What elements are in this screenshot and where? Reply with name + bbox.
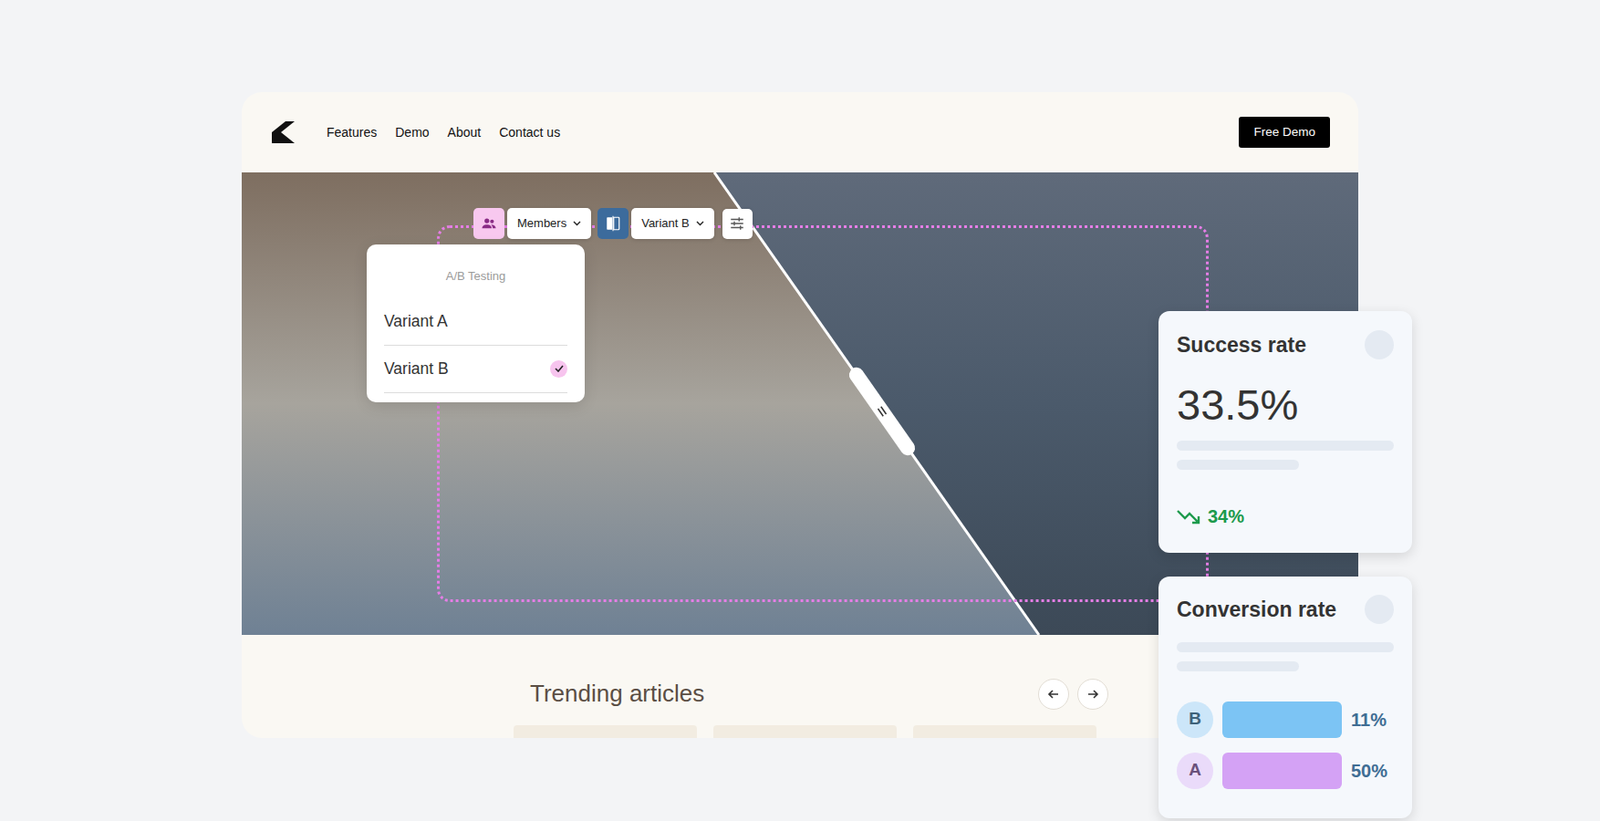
audience-dropdown[interactable]: Members [507, 207, 592, 239]
nav-link[interactable]: Demo [394, 123, 429, 143]
articles-header: Trending articles [241, 675, 1109, 712]
sliders-icon [728, 215, 746, 232]
nav-link[interactable]: Features [326, 123, 377, 143]
next-button[interactable] [1077, 678, 1109, 710]
navbar: Features Demo About Contact us Free Demo [241, 92, 1359, 173]
carousel-controls [1038, 678, 1109, 710]
split-compare-icon [604, 215, 622, 232]
change-indicator: 34% [1176, 502, 1394, 530]
variant-value: 50% [1350, 757, 1388, 785]
variant-menu: A/B Testing Variant AVariant B [366, 244, 585, 403]
ab-toolbar: Members Variant B [473, 207, 753, 239]
variant-bar [1222, 701, 1342, 738]
arrow-right-icon [1086, 687, 1100, 701]
nav-links: Features Demo About Contact us [326, 123, 561, 143]
placeholder-line [1176, 440, 1394, 451]
variant-dropdown[interactable]: Variant B [631, 207, 715, 239]
free-demo-button[interactable]: Free Demo [1238, 116, 1330, 148]
variant-badge: B [1176, 701, 1214, 738]
card-menu-dot[interactable] [1364, 330, 1394, 360]
settings-button[interactable] [722, 208, 753, 239]
variant-bar-row: B 11% [1176, 701, 1394, 738]
success-value: 33.5% [1176, 381, 1394, 429]
check-icon [550, 360, 568, 378]
articles-title: Trending articles [529, 675, 705, 712]
conversion-bars: B 11% A 50% [1176, 701, 1394, 790]
menu-item[interactable]: Variant A [384, 298, 568, 346]
card-title: Success rate [1176, 329, 1307, 362]
prev-button[interactable] [1038, 678, 1070, 710]
variant-badge: A [1176, 752, 1214, 790]
arrow-left-icon [1047, 687, 1060, 701]
article-card[interactable] [513, 725, 697, 738]
placeholder-line [1176, 459, 1299, 470]
variant-bar [1222, 752, 1342, 790]
placeholder-line [1176, 642, 1394, 653]
trending-down-icon [1176, 508, 1201, 525]
conversion-rate-card: Conversion rate B 11% A 50% [1158, 576, 1413, 819]
article-card[interactable] [913, 725, 1097, 738]
people-icon [480, 215, 498, 232]
chevron-down-icon [572, 220, 582, 227]
placeholder-line [1176, 661, 1299, 672]
card-title: Conversion rate [1176, 593, 1337, 626]
nav-link[interactable]: Contact us [498, 123, 561, 143]
success-rate-card: Success rate 33.5% 34% [1158, 311, 1413, 553]
menu-item[interactable]: Variant B [384, 345, 568, 394]
variant-button[interactable] [597, 207, 629, 239]
logo-icon[interactable] [270, 119, 296, 146]
menu-items: Variant AVariant B [384, 298, 568, 394]
chevron-down-icon [696, 220, 705, 227]
nav-link[interactable]: About [447, 123, 482, 143]
variant-bar-row: A 50% [1176, 752, 1394, 790]
variant-value: 11% [1350, 706, 1387, 734]
article-card[interactable] [713, 725, 897, 738]
audience-button[interactable] [473, 207, 505, 239]
card-menu-dot[interactable] [1364, 594, 1394, 624]
menu-header: A/B Testing [384, 244, 568, 299]
